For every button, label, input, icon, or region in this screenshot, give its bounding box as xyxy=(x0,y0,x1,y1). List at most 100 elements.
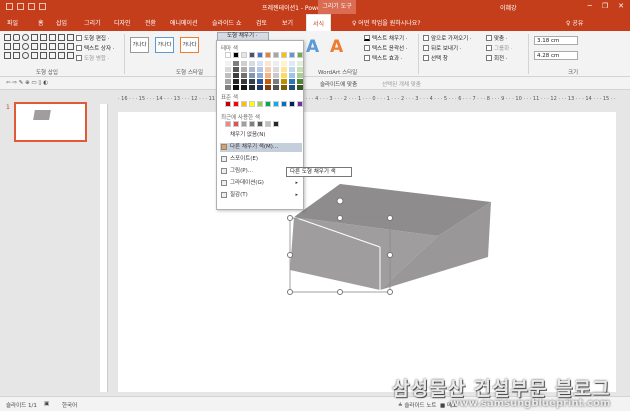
theme-shade-swatch[interactable] xyxy=(281,67,287,72)
shape-line-icon[interactable] xyxy=(40,52,47,59)
tab-file[interactable]: 파일 xyxy=(7,18,18,27)
shape-triangle-icon[interactable] xyxy=(31,34,38,41)
bring-forward-button[interactable]: 앞으로 가져오기 · xyxy=(423,34,472,42)
theme-shade-swatch[interactable] xyxy=(241,79,247,84)
shape-arrow-icon[interactable] xyxy=(58,34,65,41)
toolbar-icons[interactable]: ⇦ ⇨ ✎ ⊕ ▭ ▯ ◐ xyxy=(6,80,48,86)
shape-star-icon[interactable] xyxy=(67,34,74,41)
theme-shade-swatch[interactable] xyxy=(241,61,247,66)
resize-handle[interactable] xyxy=(287,289,293,295)
standard-color-swatch[interactable] xyxy=(281,101,287,107)
theme-shade-swatch[interactable] xyxy=(241,67,247,72)
theme-color-swatch[interactable] xyxy=(225,52,231,58)
customize-icon[interactable] xyxy=(39,3,46,10)
theme-shade-swatch[interactable] xyxy=(225,73,231,78)
theme-shade-swatch[interactable] xyxy=(225,67,231,72)
texture-item[interactable]: 질감(T) ▸ xyxy=(220,191,302,200)
more-fill-colors-item[interactable]: 다른 채우기 색(M)... xyxy=(220,143,302,152)
theme-shade-swatch[interactable] xyxy=(257,67,263,72)
shape-arrow-icon[interactable] xyxy=(49,52,56,59)
theme-shade-swatch[interactable] xyxy=(297,73,303,78)
shape-star-icon[interactable] xyxy=(67,52,74,59)
theme-color-swatch[interactable] xyxy=(265,52,271,58)
theme-color-swatch[interactable] xyxy=(289,52,295,58)
theme-shade-swatch[interactable] xyxy=(249,61,255,66)
rotation-handle[interactable] xyxy=(336,197,344,205)
shape-rect-icon[interactable] xyxy=(13,52,20,59)
theme-color-swatch[interactable] xyxy=(273,52,279,58)
align-button[interactable]: 맞춤 · xyxy=(486,34,508,42)
theme-color-swatch[interactable] xyxy=(281,52,287,58)
text-fill-button[interactable]: 텍스트 채우기 · xyxy=(364,34,408,42)
recent-color-swatch[interactable] xyxy=(257,121,263,127)
theme-shade-swatch[interactable] xyxy=(265,79,271,84)
standard-color-swatch[interactable] xyxy=(233,101,239,107)
shape-width-field[interactable]: 4.28 cm xyxy=(534,51,578,60)
tab-design[interactable]: 디자인 xyxy=(114,18,131,27)
theme-shade-swatch[interactable] xyxy=(225,85,231,90)
text-outline-button[interactable]: 텍스트 윤곽선 · xyxy=(364,44,408,52)
shape-rect-icon[interactable] xyxy=(13,43,20,50)
save-icon[interactable] xyxy=(6,3,13,10)
language-indicator[interactable]: 한국어 xyxy=(62,401,77,409)
notes-button[interactable]: ≜ 슬라이드 노트 xyxy=(398,401,436,409)
slide-thumbnail[interactable] xyxy=(14,102,87,142)
resize-handle[interactable] xyxy=(287,252,293,258)
theme-shade-swatch[interactable] xyxy=(289,79,295,84)
theme-shade-swatch[interactable] xyxy=(265,85,271,90)
shape-line-icon[interactable] xyxy=(40,34,47,41)
shape-triangle-icon[interactable] xyxy=(31,52,38,59)
text-box-button[interactable]: 텍스트 상자 · xyxy=(76,44,115,52)
theme-shade-swatch[interactable] xyxy=(281,79,287,84)
standard-color-swatch[interactable] xyxy=(225,101,231,107)
theme-shade-swatch[interactable] xyxy=(281,61,287,66)
theme-shade-swatch[interactable] xyxy=(225,79,231,84)
wordart-style-orange[interactable]: A xyxy=(330,37,343,57)
theme-shade-swatch[interactable] xyxy=(273,61,279,66)
standard-color-swatch[interactable] xyxy=(297,101,303,107)
shape-triangle-icon[interactable] xyxy=(31,43,38,50)
theme-shade-swatch[interactable] xyxy=(233,79,239,84)
wordart-style-blue[interactable]: A xyxy=(306,37,319,57)
resize-handle[interactable] xyxy=(287,215,293,221)
theme-color-swatch[interactable] xyxy=(233,52,239,58)
theme-shade-swatch[interactable] xyxy=(265,61,271,66)
undo-icon[interactable] xyxy=(17,3,24,10)
redo-icon[interactable] xyxy=(28,3,35,10)
theme-shade-swatch[interactable] xyxy=(289,67,295,72)
recent-color-swatch[interactable] xyxy=(233,121,239,127)
shape-arrow-icon[interactable] xyxy=(58,52,65,59)
shape-style-swatch-1[interactable]: 가나다 xyxy=(130,37,149,53)
theme-shade-swatch[interactable] xyxy=(297,61,303,66)
theme-shade-swatch[interactable] xyxy=(233,67,239,72)
theme-shade-swatch[interactable] xyxy=(249,79,255,84)
group-button[interactable]: 그룹화 · xyxy=(486,44,513,52)
theme-shade-swatch[interactable] xyxy=(281,73,287,78)
share-button[interactable]: ♀ 공유 xyxy=(566,18,583,27)
edit-shape-button[interactable]: 도형 편집 · xyxy=(76,34,110,42)
tab-format[interactable]: 서식 xyxy=(306,14,332,31)
tab-draw[interactable]: 그리기 xyxy=(84,18,101,27)
shape-oval-icon[interactable] xyxy=(22,52,29,59)
tab-slideshow[interactable]: 슬라이드 쇼 xyxy=(212,18,242,27)
tab-animations[interactable]: 애니메이션 xyxy=(170,18,198,27)
restore-button[interactable]: ❐ xyxy=(602,2,608,10)
standard-color-swatch[interactable] xyxy=(289,101,295,107)
recent-color-swatch[interactable] xyxy=(249,121,255,127)
standard-color-swatch[interactable] xyxy=(273,101,279,107)
theme-shade-swatch[interactable] xyxy=(273,85,279,90)
resize-handle[interactable] xyxy=(387,252,393,258)
recent-color-swatch[interactable] xyxy=(225,121,231,127)
slide-canvas[interactable] xyxy=(118,112,616,392)
theme-shade-swatch[interactable] xyxy=(233,85,239,90)
minimize-button[interactable]: ─ xyxy=(588,2,592,10)
resize-handle[interactable] xyxy=(337,289,343,295)
send-backward-button[interactable]: 뒤로 보내기 · xyxy=(423,44,462,52)
tab-review[interactable]: 검토 xyxy=(256,18,267,27)
shape-rect-icon[interactable] xyxy=(4,34,11,41)
rotate-button[interactable]: 회전 · xyxy=(486,54,508,62)
theme-shade-swatch[interactable] xyxy=(257,85,263,90)
recent-color-swatch[interactable] xyxy=(241,121,247,127)
resize-handle[interactable] xyxy=(387,289,393,295)
shapes-gallery[interactable] xyxy=(4,34,78,60)
